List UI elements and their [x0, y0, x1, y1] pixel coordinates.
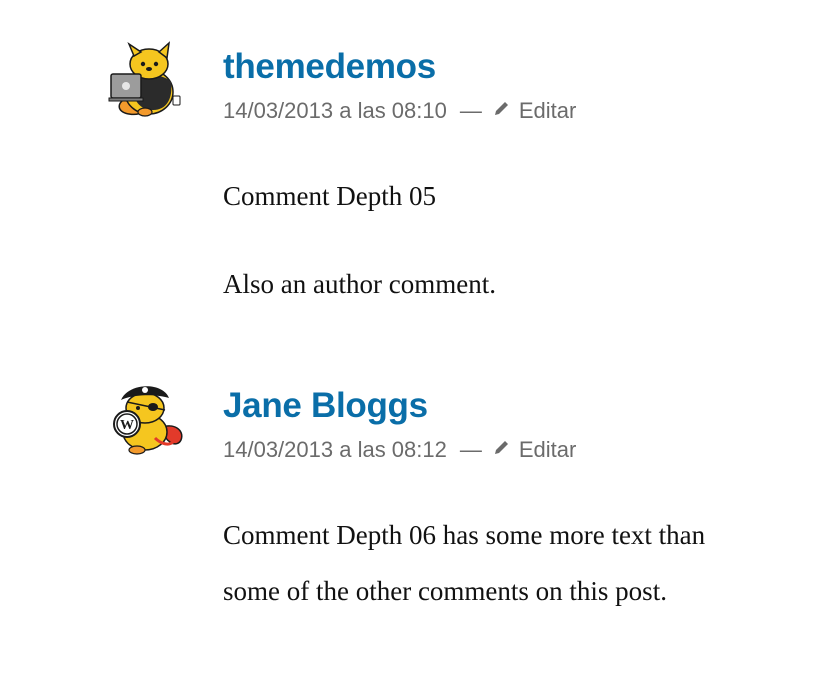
- comment-paragraph: Also an author comment.: [223, 269, 496, 299]
- avatar[interactable]: [107, 40, 187, 120]
- wapuu-pirate-avatar-icon: W: [113, 386, 183, 455]
- comment-author-link[interactable]: Jane Bloggs: [223, 386, 428, 426]
- edit-label: Editar: [518, 437, 577, 462]
- wapuu-laptop-avatar-icon: [108, 41, 181, 117]
- comment-date-link[interactable]: 14/03/2013 a las 08:12: [223, 437, 447, 463]
- pencil-icon: [494, 441, 508, 454]
- comment-date-link[interactable]: 14/03/2013 a las 08:10: [223, 98, 447, 124]
- svg-text:W: W: [120, 418, 134, 433]
- comment-author-link[interactable]: themedemos: [223, 47, 436, 87]
- comment-meta: 14/03/2013 a las 08:10 — Editar: [223, 98, 576, 124]
- comment-paragraph: Comment Depth 06 has some more text than…: [223, 520, 706, 606]
- edit-label: Editar: [518, 98, 577, 123]
- comment-paragraph: Comment Depth 05: [223, 181, 436, 211]
- comment-meta: 14/03/2013 a las 08:12 — Editar: [223, 437, 576, 463]
- pencil-icon: [494, 102, 508, 115]
- edit-comment-link[interactable]: Editar: [494, 98, 576, 124]
- meta-separator: —: [459, 437, 482, 462]
- meta-separator: —: [459, 98, 482, 123]
- edit-comment-link[interactable]: Editar: [494, 437, 576, 463]
- avatar[interactable]: W: [107, 378, 187, 458]
